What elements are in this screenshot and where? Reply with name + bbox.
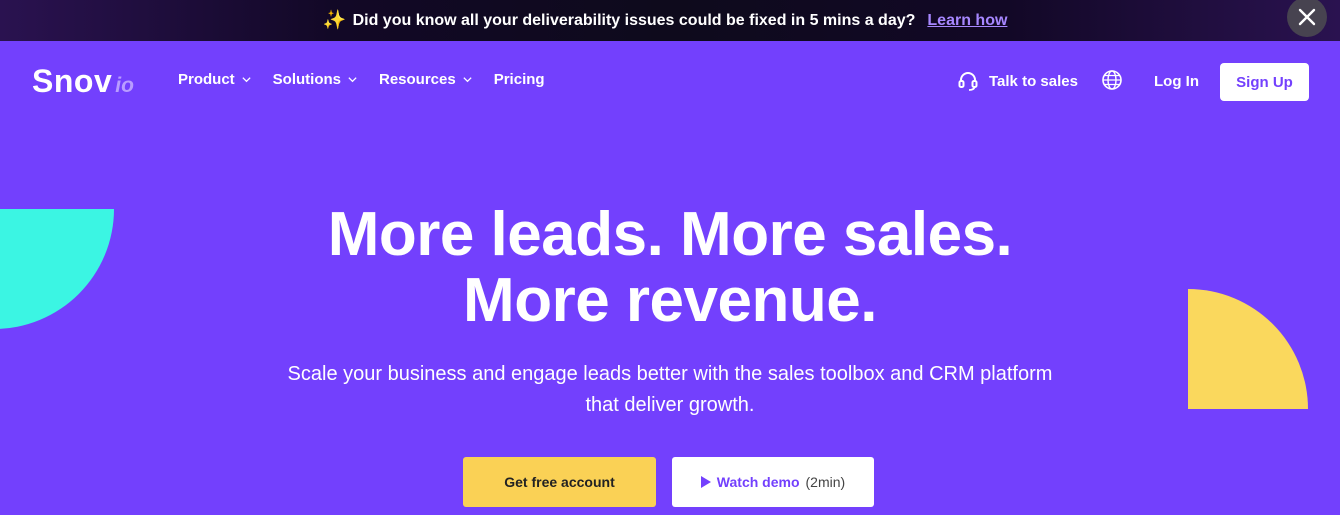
snovio-logo[interactable]: Snov io	[32, 63, 134, 100]
learn-how-link[interactable]: Learn how	[927, 12, 1007, 30]
nav-item-label: Resources	[379, 71, 456, 88]
announcement-banner: ✨ Did you know all your deliverability i…	[0, 0, 1340, 41]
close-banner-button[interactable]	[1287, 0, 1327, 37]
logo-main: Snov	[32, 63, 113, 99]
hero-subtitle: Scale your business and engage leads bet…	[255, 359, 1085, 421]
signup-button[interactable]: Sign Up	[1220, 63, 1309, 101]
get-free-account-button[interactable]: Get free account	[463, 457, 656, 507]
chevron-down-icon	[463, 77, 472, 83]
nav-item-label: Product	[178, 71, 235, 88]
close-icon	[1298, 8, 1316, 26]
nav-item-label: Solutions	[272, 71, 341, 88]
logo-suffix: io	[115, 74, 134, 97]
nav-item-resources[interactable]: Resources	[379, 71, 473, 88]
globe-icon[interactable]	[1101, 69, 1123, 91]
hero-title-line-2: More revenue.	[463, 266, 877, 335]
nav-item-label: Pricing	[493, 71, 545, 88]
nav-item-product[interactable]: Product	[178, 71, 252, 88]
nav-item-pricing[interactable]: Pricing	[494, 71, 545, 88]
demo-duration: (2min)	[805, 474, 846, 490]
banner-text: Did you know all your deliverability iss…	[352, 11, 916, 29]
banner-content: ✨ Did you know all your deliverability i…	[323, 11, 1008, 30]
nav-item-solutions[interactable]: Solutions	[273, 71, 358, 88]
chevron-down-icon	[242, 77, 251, 83]
hero-title-line-1: More leads. More sales.	[327, 200, 1013, 269]
login-link[interactable]: Log In	[1154, 73, 1199, 90]
talk-to-sales-label: Talk to sales	[989, 72, 1078, 90]
chevron-down-icon	[348, 77, 357, 83]
talk-to-sales-link[interactable]: Talk to sales	[957, 70, 1078, 92]
hero-title: More leads. More sales. More revenue.	[0, 202, 1340, 334]
hero-subtitle-line-2: that deliver growth.	[585, 394, 755, 416]
sparkle-icon: ✨	[322, 10, 347, 31]
watch-demo-label: Watch demo	[716, 474, 800, 490]
hero-subtitle-line-1: Scale your business and engage leads bet…	[287, 363, 1053, 385]
watch-demo-button[interactable]: Watch demo (2min)	[672, 457, 874, 507]
main-nav: Product Solutions Resources Pricing	[178, 71, 545, 88]
site-header: Snov io Product Solutions Resources Pric…	[0, 41, 1340, 123]
play-icon	[700, 476, 711, 488]
headset-icon	[958, 72, 978, 91]
